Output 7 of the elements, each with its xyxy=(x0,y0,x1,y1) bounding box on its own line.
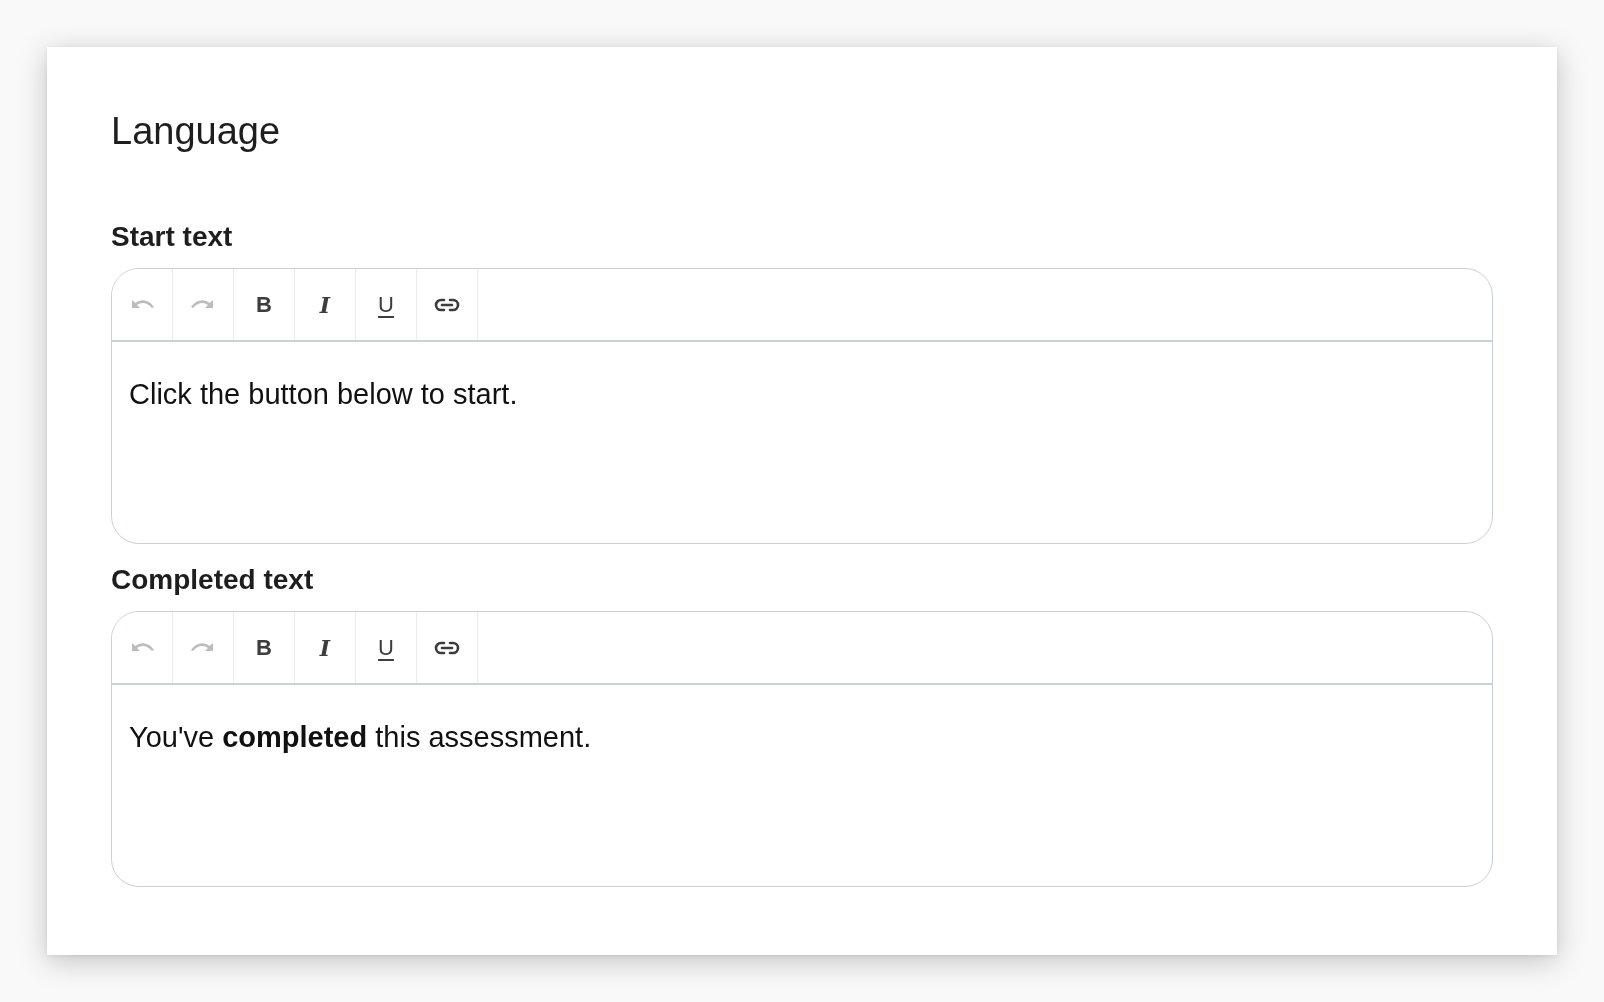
field-label: Completed text xyxy=(111,563,315,597)
section-title: Language xyxy=(111,109,282,154)
text-input-field[interactable]: You've completed this assessment. xyxy=(112,685,1492,886)
link-icon xyxy=(434,640,460,655)
text-input-field[interactable]: Click the button below to start. xyxy=(112,342,1492,543)
link-icon xyxy=(434,297,460,312)
field-label: Start text xyxy=(111,220,234,254)
